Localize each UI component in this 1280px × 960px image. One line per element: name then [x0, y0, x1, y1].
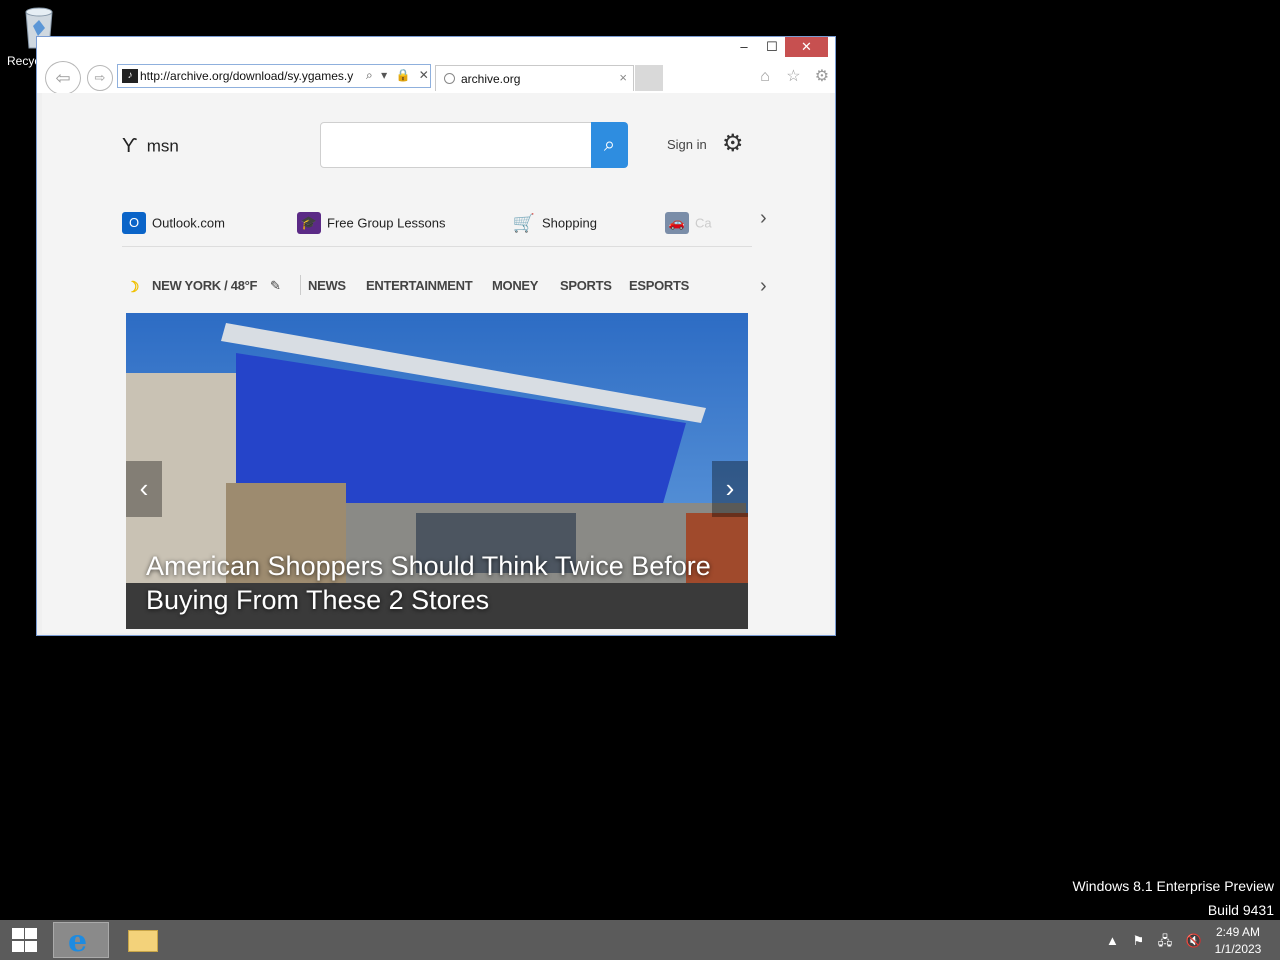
maximize-button[interactable]: ☐: [760, 37, 784, 57]
stop-icon[interactable]: ✕: [419, 68, 429, 82]
action-center-flag-icon[interactable]: ⚑: [1133, 933, 1145, 949]
msn-logo[interactable]: Ƴ msn: [122, 135, 179, 158]
nav-sports[interactable]: SPORTS: [560, 278, 612, 293]
quicklink-shopping[interactable]: 🛒 Shopping: [512, 212, 597, 234]
nav-next-chevron-icon[interactable]: ›: [760, 275, 767, 298]
msn-logo-text: msn: [146, 136, 179, 156]
new-tab-button[interactable]: [635, 65, 663, 91]
windows-logo-pane: [25, 928, 37, 939]
address-bar[interactable]: ♪ http://archive.org/download/sy.ygames.…: [117, 64, 431, 88]
car-icon: 🚗: [665, 212, 689, 234]
title-bar[interactable]: – ☐ ✕: [37, 37, 835, 59]
address-input[interactable]: http://archive.org/download/sy.ygames.y: [140, 69, 362, 83]
tools-icon[interactable]: ⚙: [810, 66, 834, 86]
graduation-cap-icon: 🎓: [297, 212, 321, 234]
clock-date: 1/1/2023: [1214, 942, 1262, 956]
windows-logo-pane: [12, 928, 24, 939]
network-icon[interactable]: 🖧: [1158, 932, 1173, 954]
category-nav: ☽ NEW YORK / 48°F ✎ NEWS ENTERTAINMENT M…: [126, 273, 766, 299]
quicklink-group-lessons[interactable]: 🎓 Free Group Lessons: [297, 212, 446, 234]
hero-headline[interactable]: American Shoppers Should Think Twice Bef…: [146, 549, 736, 617]
sign-in-link[interactable]: Sign in: [667, 137, 707, 152]
nav-esports[interactable]: ESPORTS: [629, 278, 689, 293]
search-button[interactable]: ⌕: [591, 122, 628, 168]
address-actions: ⌕ ▾ 🔒 ✕: [366, 68, 434, 83]
taskbar: e ▲ ⚑ 🖧 🔇 2:49 AM 1/1/2023: [0, 920, 1280, 960]
navigation-bar: ⇦ ⇨ ♪ http://archive.org/download/sy.yga…: [37, 59, 835, 95]
browser-toolbar: ⌂ ☆ ⚙: [753, 66, 834, 86]
minimize-button[interactable]: –: [733, 37, 755, 57]
edit-pencil-icon[interactable]: ✎: [270, 278, 281, 294]
taskbar-internet-explorer[interactable]: e: [53, 922, 109, 959]
close-button[interactable]: ✕: [785, 37, 828, 57]
taskbar-file-explorer[interactable]: [116, 922, 172, 958]
quicklink-cars[interactable]: 🚗 Ca: [665, 212, 712, 234]
loading-icon: [444, 73, 455, 84]
weather-location[interactable]: NEW YORK / 48°F: [152, 278, 258, 293]
system-tray: ▲ ⚑ 🖧 🔇: [1106, 932, 1212, 954]
nav-entertainment[interactable]: ENTERTAINMENT: [366, 278, 473, 293]
volume-muted-icon[interactable]: 🔇: [1186, 933, 1202, 949]
windows-logo-pane: [12, 941, 24, 952]
quicklink-label: Free Group Lessons: [327, 215, 446, 231]
nav-divider: [300, 275, 301, 295]
outlook-icon: O: [122, 212, 146, 234]
folder-icon: [128, 930, 158, 952]
watermark-build: Build 9431: [1207, 902, 1274, 918]
quicklink-label: Ca: [695, 215, 712, 231]
clock[interactable]: 2:49 AM 1/1/2023: [1208, 924, 1268, 958]
dropdown-icon[interactable]: ▾: [381, 68, 387, 82]
search-input[interactable]: [320, 122, 592, 168]
lock-icon: 🔒: [395, 68, 411, 82]
carousel-prev-button[interactable]: ‹: [126, 461, 162, 517]
search-icon: ⌕: [603, 134, 616, 156]
search-icon[interactable]: ⌕: [366, 68, 373, 83]
hero-carousel[interactable]: ‹ › American Shoppers Should Think Twice…: [126, 313, 748, 629]
site-favicon-icon: ♪: [122, 69, 138, 83]
settings-gear-icon[interactable]: ⚙: [722, 129, 744, 158]
forward-button[interactable]: ⇨: [87, 65, 113, 91]
web-page: Ƴ msn ⌕ Sign in ⚙ O Outlook.com 🎓 Free Gro…: [42, 93, 830, 633]
quicklink-label: Outlook.com: [152, 215, 225, 231]
tab-title: archive.org: [461, 72, 521, 86]
nav-news[interactable]: NEWS: [308, 278, 346, 293]
internet-explorer-icon: e: [68, 924, 88, 959]
shopping-cart-icon: 🛒: [512, 213, 536, 233]
carousel-next-button[interactable]: ›: [712, 461, 748, 517]
nav-money[interactable]: MONEY: [492, 278, 538, 293]
moon-weather-icon: ☽: [126, 279, 140, 296]
os-watermark: Windows 8.1 Enterprise Preview Build 943…: [1072, 874, 1274, 922]
tab-archive[interactable]: archive.org ×: [435, 65, 634, 91]
quick-links: O Outlook.com 🎓 Free Group Lessons 🛒 Shoppi…: [122, 207, 752, 247]
windows-logo-pane: [25, 941, 37, 952]
browser-window: – ☐ ✕ ⇦ ⇨ ♪ http://archive.org/download/…: [36, 36, 836, 636]
home-icon[interactable]: ⌂: [753, 68, 777, 86]
quicklink-label: Shopping: [542, 215, 597, 231]
clock-time: 2:49 AM: [1215, 925, 1261, 939]
msn-butterfly-icon: Ƴ: [122, 135, 138, 157]
back-button[interactable]: ⇦: [45, 61, 81, 95]
show-hidden-icons-icon[interactable]: ▲: [1106, 933, 1119, 948]
quicklinks-next-chevron-icon[interactable]: ›: [760, 207, 767, 230]
start-button[interactable]: [10, 928, 38, 952]
tab-close-icon[interactable]: ×: [619, 70, 627, 85]
favorites-icon[interactable]: ☆: [781, 66, 805, 86]
quicklink-outlook[interactable]: O Outlook.com: [122, 212, 225, 234]
watermark-edition: Windows 8.1 Enterprise Preview: [1072, 878, 1274, 894]
